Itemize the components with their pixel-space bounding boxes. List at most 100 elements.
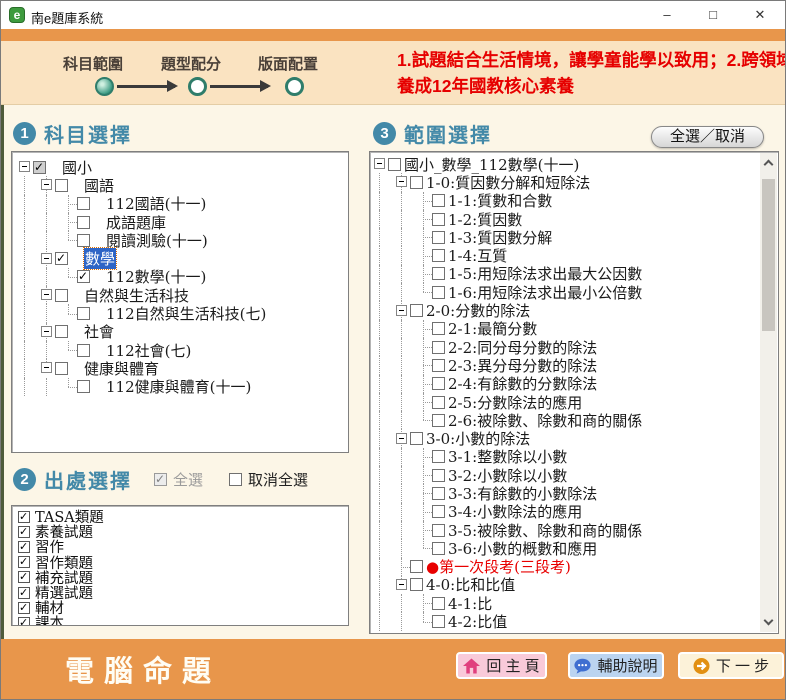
next-step-button[interactable]: 下 一 步 bbox=[678, 652, 784, 679]
tree-checkbox[interactable] bbox=[77, 344, 90, 357]
tree-checkbox[interactable] bbox=[410, 304, 423, 317]
tree-checkbox[interactable] bbox=[432, 249, 445, 262]
collapse-icon[interactable] bbox=[41, 179, 52, 190]
tree-checkbox[interactable] bbox=[432, 396, 445, 409]
collapse-icon[interactable] bbox=[396, 579, 407, 590]
maximize-button[interactable]: □ bbox=[693, 1, 733, 29]
close-button[interactable]: ✕ bbox=[740, 1, 780, 29]
home-button[interactable]: 回 主 頁 bbox=[456, 652, 547, 679]
source-checkbox[interactable] bbox=[18, 556, 30, 568]
source-checkbox[interactable] bbox=[18, 511, 30, 523]
tree-checkbox[interactable] bbox=[432, 542, 445, 555]
tree-checkbox[interactable] bbox=[432, 469, 445, 482]
tree-checkbox[interactable] bbox=[388, 158, 401, 171]
tree-checkbox[interactable] bbox=[432, 597, 445, 610]
tree-row: 3-0:小數的除法 bbox=[373, 429, 760, 447]
source-checkbox[interactable] bbox=[18, 526, 30, 538]
source-checkbox[interactable] bbox=[18, 617, 30, 626]
tree-connector bbox=[417, 356, 430, 374]
collapse-icon[interactable] bbox=[41, 253, 52, 264]
select-all-checkbox[interactable] bbox=[154, 473, 167, 486]
section-number-badge: 1 bbox=[13, 122, 36, 145]
tree-checkbox[interactable] bbox=[432, 487, 445, 500]
tree-label[interactable]: 112自然與生活科技(七) bbox=[106, 303, 266, 324]
source-checkbox[interactable] bbox=[18, 541, 30, 553]
tree-indent-line bbox=[395, 265, 417, 283]
step-arrow-icon bbox=[260, 80, 271, 92]
tree-checkbox[interactable] bbox=[432, 213, 445, 226]
help-button[interactable]: 輔助說明 bbox=[568, 652, 664, 679]
tree-checkbox[interactable] bbox=[432, 341, 445, 354]
tree-checkbox[interactable] bbox=[410, 176, 423, 189]
collapse-icon[interactable] bbox=[41, 326, 52, 337]
notice-text: 1.試題結合生活情境，讓學童能學以致用；2.跨領域 養成12年國教核心素養 bbox=[397, 47, 786, 99]
tree-indent-line bbox=[373, 228, 395, 246]
tree-row: 112自然與生活科技(七) bbox=[18, 304, 348, 322]
tree-checkbox[interactable] bbox=[77, 380, 90, 393]
scroll-up-icon[interactable] bbox=[764, 160, 774, 170]
tree-checkbox[interactable] bbox=[432, 286, 445, 299]
collapse-icon[interactable] bbox=[19, 161, 30, 172]
tree-checkbox[interactable] bbox=[432, 524, 445, 537]
tree-label[interactable]: 112健康與體育(十一) bbox=[106, 376, 251, 397]
tree-indent-line bbox=[18, 249, 40, 267]
tree-checkbox[interactable] bbox=[77, 197, 90, 210]
collapse-icon[interactable] bbox=[41, 289, 52, 300]
tree-checkbox[interactable] bbox=[432, 414, 445, 427]
scroll-down-icon[interactable] bbox=[764, 616, 774, 626]
source-checkbox[interactable] bbox=[18, 602, 30, 614]
source-checkbox[interactable] bbox=[18, 571, 30, 583]
tree-checkbox[interactable] bbox=[432, 322, 445, 335]
tree-indent-line bbox=[373, 521, 395, 539]
tree-checkbox[interactable] bbox=[55, 179, 68, 192]
tree-row: 2-2:同分母分數的除法 bbox=[373, 338, 760, 356]
section-number-badge: 2 bbox=[13, 468, 36, 491]
tree-checkbox[interactable] bbox=[55, 325, 68, 338]
tree-row: 成語題庫 bbox=[18, 213, 348, 231]
tree-checkbox[interactable] bbox=[77, 234, 90, 247]
tree-indent-line bbox=[373, 338, 395, 356]
tree-checkbox[interactable] bbox=[432, 231, 445, 244]
tree-checkbox[interactable] bbox=[55, 362, 68, 375]
tree-row: 112國語(十一) bbox=[18, 195, 348, 213]
collapse-icon[interactable] bbox=[374, 158, 385, 169]
tree-checkbox[interactable] bbox=[33, 161, 46, 174]
tree-checkbox[interactable] bbox=[410, 432, 423, 445]
scrollbar-thumb[interactable] bbox=[762, 179, 775, 331]
source-label[interactable]: 課本 bbox=[35, 612, 64, 626]
tree-checkbox[interactable] bbox=[432, 194, 445, 207]
tree-checkbox[interactable] bbox=[410, 578, 423, 591]
deselect-all-checkbox[interactable] bbox=[229, 473, 242, 486]
tree-checkbox[interactable] bbox=[77, 216, 90, 229]
minimize-button[interactable]: – bbox=[647, 1, 687, 29]
tree-label[interactable]: 4-2:比值 bbox=[448, 611, 507, 632]
tree-checkbox[interactable] bbox=[77, 270, 90, 283]
collapse-icon[interactable] bbox=[396, 305, 407, 316]
tree-checkbox[interactable] bbox=[432, 450, 445, 463]
collapse-icon[interactable] bbox=[41, 362, 52, 373]
tree-checkbox[interactable] bbox=[77, 307, 90, 320]
tree-indent-line bbox=[40, 304, 62, 322]
tree-checkbox[interactable] bbox=[432, 267, 445, 280]
tree-checkbox[interactable] bbox=[432, 505, 445, 518]
source-checkbox[interactable] bbox=[18, 587, 30, 599]
tree-indent-line bbox=[18, 341, 40, 359]
tree-checkbox[interactable] bbox=[432, 615, 445, 628]
collapse-icon[interactable] bbox=[396, 176, 407, 187]
select-all-toggle-button[interactable]: 全選／取消 bbox=[651, 126, 764, 148]
tree-row: 3-4:小數除法的應用 bbox=[373, 503, 760, 521]
tree-row: 1-6:用短除法求出最小公倍數 bbox=[373, 283, 760, 301]
tree-connector bbox=[417, 375, 430, 393]
step-circle-active[interactable] bbox=[95, 77, 114, 96]
tree-checkbox[interactable] bbox=[55, 289, 68, 302]
step-circle[interactable] bbox=[285, 77, 304, 96]
collapse-icon[interactable] bbox=[396, 433, 407, 444]
tree-checkbox[interactable] bbox=[432, 377, 445, 390]
tree-label[interactable]: 閱讀測驗(十一) bbox=[106, 230, 208, 251]
tree-checkbox[interactable] bbox=[432, 359, 445, 372]
tree-checkbox[interactable] bbox=[55, 252, 68, 265]
tree-row: 112數學(十一) bbox=[18, 268, 348, 286]
step-circle[interactable] bbox=[188, 77, 207, 96]
tree-checkbox[interactable] bbox=[410, 560, 423, 573]
scrollbar[interactable] bbox=[760, 153, 777, 632]
